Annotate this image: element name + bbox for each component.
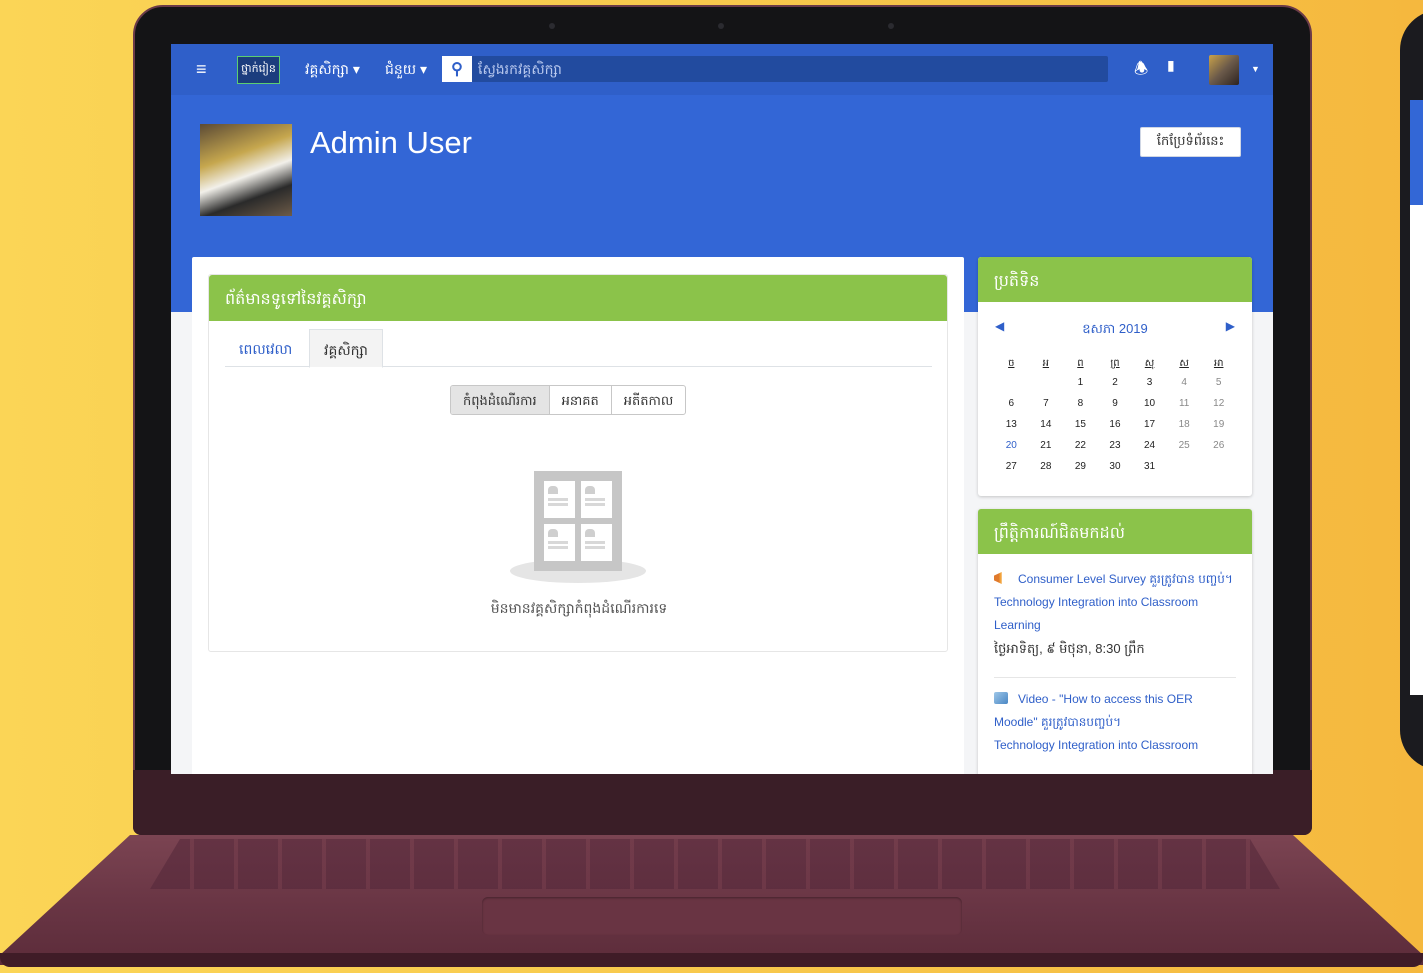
calendar-day[interactable]: 8 — [1063, 398, 1098, 412]
calendar-month[interactable]: ឧសភា 2019 — [978, 321, 1252, 340]
main-content: ព័ត៌មានទូទៅនៃវគ្គសិក្សា ពេលវេលា វគ្គសិក្… — [192, 257, 964, 774]
calendar-day[interactable]: 16 — [1098, 419, 1133, 433]
calendar-title: ប្រតិទិន — [978, 257, 1252, 302]
notification-bell-icon[interactable]: 🕭 — [1134, 58, 1148, 85]
calendar-day[interactable]: 12 — [1201, 398, 1236, 412]
day-header: ស — [1179, 358, 1189, 369]
calendar-day[interactable]: 11 — [1167, 398, 1202, 412]
camera-lens — [718, 23, 724, 29]
divider — [994, 677, 1236, 678]
filter-future[interactable]: អនាគត — [550, 386, 612, 414]
calendar-day[interactable]: 5 — [1201, 377, 1236, 391]
help-menu[interactable]: ជំនួយ ▾ — [385, 60, 427, 81]
calendar-day — [1029, 377, 1064, 391]
tab-courses[interactable]: វគ្គសិក្សា — [309, 329, 383, 368]
event-link[interactable]: Consumer Level Survey គួរត្រូវបាន បញ្ចប់… — [1018, 572, 1233, 586]
calendar-day[interactable]: 14 — [1029, 419, 1064, 433]
calendar-day[interactable]: 9 — [1098, 398, 1133, 412]
video-icon — [994, 692, 1008, 704]
top-navbar: ≡ ថ្នាក់រៀន វគ្គសិក្សា ▾ ជំនួយ ▾ ⚲ 🕭 ▮ ▼ — [171, 44, 1273, 95]
calendar-day[interactable]: 6 — [994, 398, 1029, 412]
search-bar: ⚲ — [442, 56, 1108, 82]
phone-header — [1410, 100, 1423, 205]
calendar-day — [1167, 461, 1202, 475]
calendar-day[interactable]: 22 — [1063, 440, 1098, 454]
trackpad — [482, 897, 962, 935]
calendar-day[interactable]: 13 — [994, 419, 1029, 433]
camera-dot — [549, 23, 555, 29]
user-name: Admin User — [310, 125, 472, 160]
calendar-day[interactable]: 1 — [1063, 377, 1098, 391]
course-overview-tabs: ពេលវេលា វគ្គសិក្សា — [225, 329, 932, 368]
day-header: ព — [1077, 358, 1084, 369]
course-overview-block: ព័ត៌មានទូទៅនៃវគ្គសិក្សា ពេលវេលា វគ្គសិក្… — [208, 274, 948, 652]
calendar-day[interactable]: 31 — [1132, 461, 1167, 475]
calendar-day[interactable]: 19 — [1201, 419, 1236, 433]
empty-message: មិនមានវគ្គសិក្សាកំពុងដំណើរការទេ — [490, 600, 668, 616]
chevron-down-icon[interactable]: ▼ — [1251, 64, 1260, 74]
day-header: ច — [1008, 358, 1015, 369]
calendar-day[interactable]: 30 — [1098, 461, 1133, 475]
event-course-link[interactable]: Technology Integration into Classroom — [994, 738, 1198, 752]
calendar-day[interactable]: 21 — [1029, 440, 1064, 454]
site-logo[interactable]: ថ្នាក់រៀន — [237, 56, 280, 84]
event-item: Consumer Level Survey គួរត្រូវបាន បញ្ចប់… — [994, 568, 1236, 671]
calendar-day[interactable]: 26 — [1201, 440, 1236, 454]
user-avatar[interactable] — [1209, 55, 1239, 85]
filter-past[interactable]: អតីតកាល — [612, 386, 686, 414]
event-course-link[interactable]: Technology Integration into Classroom Le… — [994, 595, 1198, 632]
calendar-day[interactable]: 2 — [1098, 377, 1133, 391]
calendar-day — [994, 377, 1029, 391]
filter-in-progress[interactable]: កំពុងដំណើរការ — [451, 386, 550, 414]
course-filter-group: កំពុងដំណើរការ អនាគត អតីតកាល — [450, 385, 687, 415]
calendar-day[interactable]: 28 — [1029, 461, 1064, 475]
laptop-edge — [0, 953, 1423, 967]
calendar-day[interactable]: 4 — [1167, 377, 1202, 391]
calendar-day — [1201, 461, 1236, 475]
calendar-block: ប្រតិទិន ◀ ឧសភា 2019 ▶ ច អ ព ព្រ សុ ស អា… — [978, 257, 1252, 496]
hamburger-menu-icon[interactable]: ≡ — [196, 59, 207, 80]
upcoming-events-block: ព្រឹត្តិការណ៍ជិតមកដល់ Consumer Level Sur… — [978, 509, 1252, 774]
calendar-day-today[interactable]: 20 — [994, 440, 1029, 454]
calendar-day[interactable]: 25 — [1167, 440, 1202, 454]
day-header: ព្រ — [1110, 358, 1120, 369]
calendar-day[interactable]: 3 — [1132, 377, 1167, 391]
customise-page-button[interactable]: កែប្រែទំព័រនេះ — [1140, 127, 1241, 157]
search-icon[interactable]: ⚲ — [442, 56, 472, 82]
event-item: Video - "How to access this OER Moodle" … — [994, 688, 1236, 767]
day-header: អា — [1213, 358, 1224, 369]
calendar-day[interactable]: 18 — [1167, 419, 1202, 433]
laptop-base — [0, 835, 1423, 973]
calendar-day[interactable]: 15 — [1063, 419, 1098, 433]
search-input[interactable] — [478, 56, 1078, 82]
calendar-next-icon[interactable]: ▶ — [1226, 319, 1235, 333]
messages-icon[interactable]: ▮ — [1167, 57, 1175, 74]
laptop-bezel-bottom — [133, 770, 1312, 835]
profile-picture — [200, 124, 292, 216]
calendar-day[interactable]: 7 — [1029, 398, 1064, 412]
upcoming-events-title: ព្រឹត្តិការណ៍ជិតមកដល់ — [978, 509, 1252, 554]
calendar-day[interactable]: 27 — [994, 461, 1029, 475]
calendar-day[interactable]: 23 — [1098, 440, 1133, 454]
calendar-day[interactable]: 24 — [1132, 440, 1167, 454]
calendar-day[interactable]: 17 — [1132, 419, 1167, 433]
megaphone-icon — [994, 572, 1002, 584]
calendar-grid: ច អ ព ព្រ សុ ស អា 1 2 3 4 5 6 7 8 9 10 1… — [994, 356, 1236, 475]
tab-timeline[interactable]: ពេលវេលា — [225, 329, 306, 367]
no-courses-illustration-icon — [510, 471, 648, 586]
keyboard — [150, 839, 1280, 889]
sensor-dot — [888, 23, 894, 29]
event-link[interactable]: Video - "How to access this OER Moodle" … — [994, 692, 1193, 729]
calendar-day[interactable]: 10 — [1132, 398, 1167, 412]
course-overview-title: ព័ត៌មានទូទៅនៃវគ្គសិក្សា — [209, 275, 947, 321]
day-header: អ — [1042, 358, 1050, 369]
courses-menu[interactable]: វគ្គសិក្សា ▾ — [305, 60, 360, 81]
calendar-day[interactable]: 29 — [1063, 461, 1098, 475]
event-date: ថ្ងៃអាទិត្យ, ៩ មិថុនា, 8:30 ព្រឹក — [994, 641, 1145, 656]
day-header: សុ — [1144, 358, 1155, 369]
laptop-screen: ≡ ថ្នាក់រៀន វគ្គសិក្សា ▾ ជំនួយ ▾ ⚲ 🕭 ▮ ▼… — [171, 44, 1273, 774]
